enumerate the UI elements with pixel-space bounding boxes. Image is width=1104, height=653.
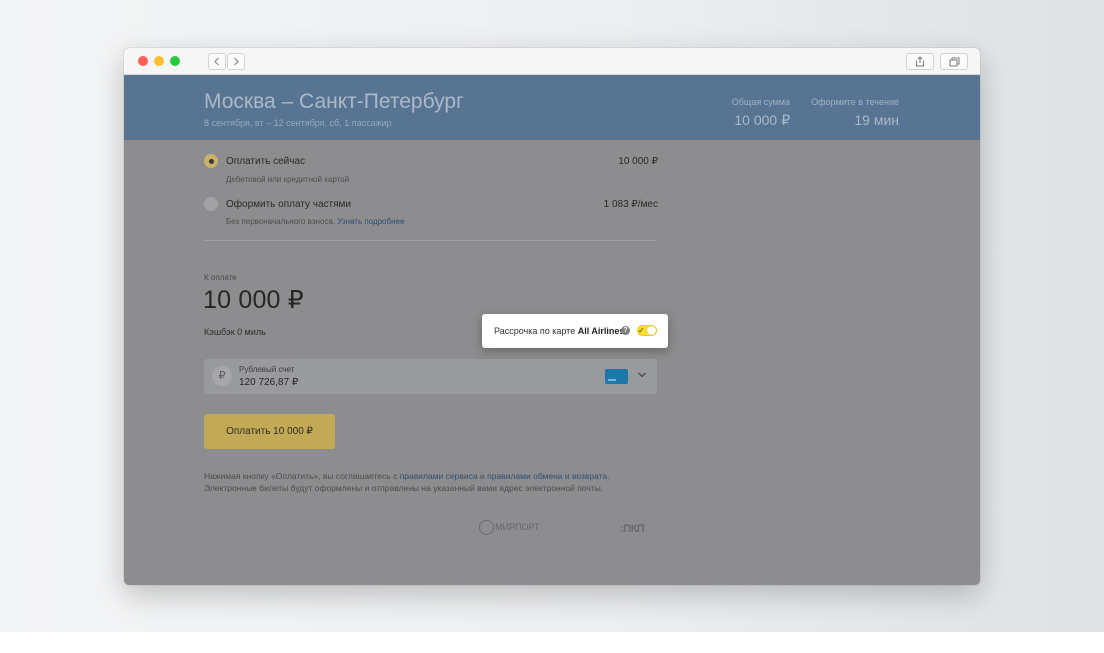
tabs-icon [949,57,959,66]
terms-text: Нажимая кнопку «Оплатить», вы соглашаете… [204,471,610,493]
learn-more-link[interactable]: Узнать подробнее [337,217,404,226]
exchange-rules-link[interactable]: правилами обмена и возврата [487,471,607,481]
tabs-button[interactable] [940,53,968,70]
route-details: 8 сентября, вт – 12 сентября, сб, 1 пасс… [204,118,392,128]
pay-parts-subtitle: Без первоначального взноса. [226,217,336,226]
terms-and: и [480,471,485,481]
pay-now-title[interactable]: Оплатить сейчас [226,156,305,167]
pay-parts-amount: 1 083 ₽/мес [603,199,658,210]
back-button[interactable] [208,53,226,70]
ruble-icon: ₽ [212,366,232,386]
page-bottom-area [0,632,1104,653]
mirport-logo: МИРПОРТ [479,520,540,535]
nkp-logo: :ПКП [620,523,645,535]
bank-card-icon [605,369,628,384]
forward-button[interactable] [227,53,245,70]
installment-popover: Рассрочка по карте All Airlines ? ✓ [482,314,668,348]
installment-toggle[interactable]: ✓ [637,325,657,336]
pay-total-label: К оплате [204,273,237,282]
minimize-window-button[interactable] [154,56,164,66]
account-name: Рублевый счет [239,365,295,374]
share-icon [916,56,924,67]
pay-button[interactable]: Оплатить 10 000 ₽ [204,414,335,449]
chevron-down-icon[interactable] [637,370,647,380]
pay-parts-radio[interactable] [204,197,218,211]
maximize-window-button[interactable] [170,56,180,66]
installment-text: Рассрочка по карте [494,326,576,336]
time-value: 19 мин [854,112,899,128]
pay-now-radio[interactable] [204,154,218,168]
time-label: Оформите в течение [811,97,899,107]
window-titlebar [124,48,980,75]
installment-label: Рассрочка по карте All Airlines [494,326,624,336]
pay-parts-subtitle-row: Без первоначального взноса. Узнать подро… [226,217,404,226]
browser-window: Москва – Санкт-Петербург 8 сентября, вт … [124,48,980,585]
chevron-right-icon [234,57,239,66]
mir-logo-text: МИРПОРТ [495,521,540,532]
check-icon: ✓ [638,326,645,335]
terms-prefix: Нажимая кнопку «Оплатить», вы соглашаете… [204,471,398,481]
account-selector[interactable]: ₽ Рублевый счет 120 726,87 ₽ [204,359,657,394]
chevron-left-icon [214,57,219,66]
service-rules-link[interactable]: правилами сервиса [400,471,478,481]
payment-content: Оплатить сейчас Дебетовой или кредитной … [124,140,980,585]
toggle-knob [647,326,656,335]
pay-parts-title[interactable]: Оформить оплату частями [226,199,351,210]
route-title: Москва – Санкт-Петербург [204,90,464,113]
help-icon[interactable]: ? [621,326,630,335]
pay-now-subtitle: Дебетовой или кредитной картой [226,175,350,184]
share-button[interactable] [906,53,934,70]
total-label: Общая сумма [731,97,790,107]
divider [204,240,657,241]
installment-brand: All Airlines [577,326,625,336]
mir-circle-icon [479,520,494,535]
pay-total-amount: 10 000 ₽ [203,286,304,314]
cashback-text: Кэшбэк 0 миль [204,327,266,337]
close-window-button[interactable] [138,56,148,66]
terms-line2: Электронные билеты будут оформлены и отп… [204,483,604,493]
total-value: 10 000 ₽ [734,112,790,128]
pay-now-amount: 10 000 ₽ [618,156,658,167]
booking-header: Москва – Санкт-Петербург 8 сентября, вт … [124,75,980,140]
account-balance: 120 726,87 ₽ [239,377,299,388]
nkp-logo-text: :ПКП [620,523,645,535]
